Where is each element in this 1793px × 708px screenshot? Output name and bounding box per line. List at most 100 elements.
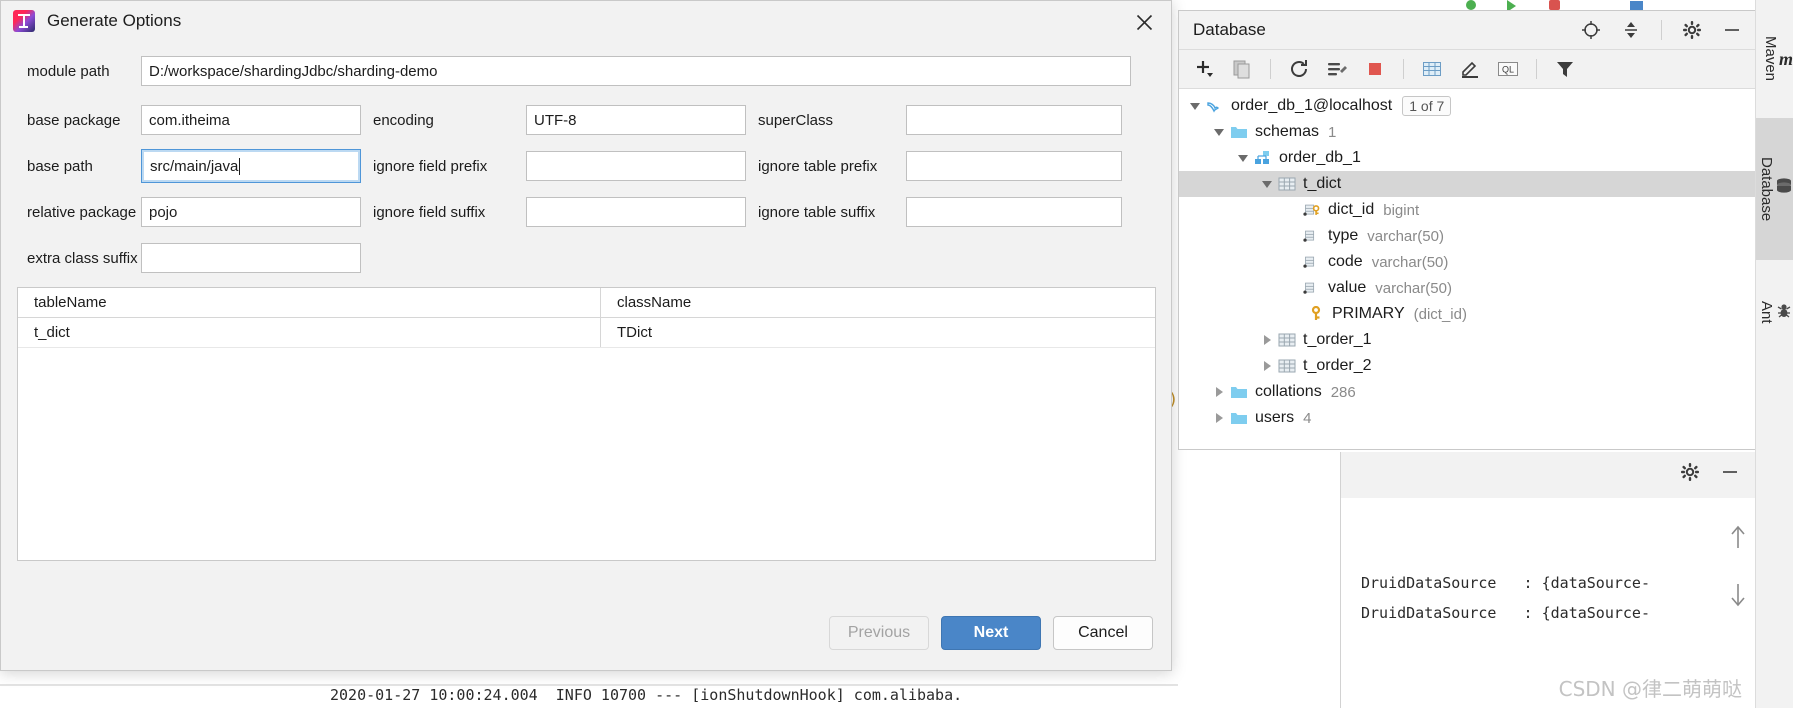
console-divider [0,684,1178,686]
toolbar-separator [1403,59,1404,79]
chevron-right-icon[interactable] [1211,384,1227,400]
open-table-editor-icon[interactable] [1419,56,1445,82]
rail-maven[interactable]: m Maven [1756,4,1793,114]
rail-ant[interactable]: Ant [1756,266,1793,358]
column-header-class-name[interactable]: className [601,288,1155,317]
tree-item-label: t_dict [1303,175,1342,192]
duplicate-icon[interactable] [1229,56,1255,82]
tree-item-column-type[interactable]: type varchar(50) [1179,223,1755,249]
data-source-count-badge: 1 of 7 [1402,96,1452,116]
database-tree[interactable]: order_db_1@localhost 1 of 7 schemas 1 or… [1179,89,1755,431]
form-row-module-path: module path D:/workspace/shardingJdbc/sh… [1,45,1171,97]
key-icon [1307,305,1325,323]
chevron-right-icon[interactable] [1259,332,1275,348]
add-data-source-icon[interactable] [1191,56,1217,82]
tree-item-data-source-order-db-1[interactable]: order_db_1@localhost 1 of 7 [1179,93,1755,119]
ignore-field-suffix-input[interactable] [526,197,746,227]
tree-item-column-code[interactable]: code varchar(50) [1179,249,1755,275]
modify-object-icon[interactable] [1457,56,1483,82]
tree-item-table-t-order-2[interactable]: t_order_2 [1179,353,1755,379]
cell-table-name[interactable]: t_dict [18,318,601,347]
scroll-down-icon[interactable] [1728,582,1748,612]
base-package-value: com.itheima [149,111,230,129]
module-path-input[interactable]: D:/workspace/shardingJdbc/sharding-demo [141,56,1131,86]
console-line: DruidDataSource : {dataSource- [1361,604,1650,622]
tree-item-folder-schemas[interactable]: schemas 1 [1179,119,1755,145]
tree-item-type: bigint [1383,201,1420,219]
cell-class-name[interactable]: TDict [601,318,1155,347]
table-row[interactable]: t_dict TDict [18,318,1155,348]
close-icon[interactable] [1127,7,1161,37]
console-scroll-buttons [1728,524,1748,612]
intellij-idea-logo-icon [13,10,35,32]
tree-item-folder-collations[interactable]: collations 286 [1179,379,1755,405]
run-sql-script-icon[interactable] [1324,56,1350,82]
dialog-footer: Previous Next Cancel [1,595,1171,670]
ignore-table-prefix-input[interactable] [906,151,1122,181]
stop-button-icon[interactable] [1549,0,1560,10]
base-path-input[interactable]: src/main/java [141,149,361,183]
open-query-console-icon[interactable]: QL [1495,56,1521,82]
filter-icon[interactable] [1552,56,1578,82]
tree-item-count: 286 [1330,383,1356,401]
chevron-right-icon[interactable] [1211,410,1227,426]
next-button[interactable]: Next [941,615,1041,650]
tree-item-label: value [1328,279,1367,296]
tables-mapping-table[interactable]: tableName className t_dict TDict [17,287,1156,561]
watermark-text: CSDN @律二萌萌哒 [1558,677,1742,701]
form-row-4: relative package pojo ignore field suffi… [1,189,1171,235]
tree-item-index-primary[interactable]: PRIMARY (dict_id) [1179,301,1755,327]
primary-key-column-icon [1303,201,1321,219]
module-path-value: D:/workspace/shardingJdbc/sharding-demo [149,62,438,80]
chevron-down-icon[interactable] [1187,98,1203,114]
column-icon [1303,279,1321,297]
console-settings-gear-icon[interactable] [1680,462,1700,486]
tree-item-schema-order-db-1[interactable]: order_db_1 [1179,145,1755,171]
locate-in-tree-icon[interactable] [1578,17,1604,43]
super-class-input[interactable] [906,105,1122,135]
ignore-table-suffix-input[interactable] [906,197,1122,227]
form-row-3: base path src/main/java ignore field pre… [1,143,1171,189]
settings-gear-icon[interactable] [1679,17,1705,43]
label-ignore-table-prefix: ignore table prefix [758,157,878,175]
rail-database[interactable]: Database [1756,118,1793,260]
encoding-input[interactable]: UTF-8 [526,105,746,135]
chevron-right-icon[interactable] [1259,358,1275,374]
chevron-down-icon[interactable] [1211,124,1227,140]
tree-item-column-dict-id[interactable]: dict_id bigint [1179,197,1755,223]
console-hide-icon[interactable] [1720,462,1740,486]
tree-item-label: type [1328,227,1359,244]
run-button-icon[interactable] [1466,0,1476,10]
table-header-row: tableName className [18,288,1155,318]
scroll-up-icon[interactable] [1728,524,1748,554]
tree-item-table-t-dict[interactable]: t_dict [1179,171,1755,197]
encoding-value: UTF-8 [534,111,577,129]
label-base-package: base package [27,111,121,129]
relative-package-input[interactable]: pojo [141,197,361,227]
base-package-input[interactable]: com.itheima [141,105,361,135]
stop-icon[interactable] [1362,56,1388,82]
column-header-table-name[interactable]: tableName [18,288,601,317]
hide-panel-icon[interactable] [1719,17,1745,43]
collapse-all-icon[interactable] [1618,17,1644,43]
extra-class-suffix-input[interactable] [141,243,361,273]
chevron-down-icon[interactable] [1235,150,1251,166]
form-row-5: extra class suffix [1,235,1171,281]
ignore-field-prefix-input[interactable] [526,151,746,181]
tree-item-table-t-order-1[interactable]: t_order_1 [1179,327,1755,353]
previous-button[interactable]: Previous [829,615,929,650]
tree-item-folder-users[interactable]: users 4 [1179,405,1755,431]
tree-item-count: 1 [1328,123,1337,141]
cancel-button[interactable]: Cancel [1053,615,1153,650]
layout-button-icon[interactable] [1630,1,1643,10]
rail-label: Database [1758,156,1775,222]
console-line: DruidDataSource : {dataSource- [1361,574,1650,592]
label-ignore-table-suffix: ignore table suffix [758,203,876,221]
chevron-down-icon[interactable] [1259,176,1275,192]
tree-item-label: PRIMARY [1332,305,1405,322]
right-tool-window-rail: m Maven Database Ant [1755,0,1793,708]
table-icon [1278,331,1296,349]
rail-label: Maven [1761,36,1779,82]
refresh-icon[interactable] [1286,56,1312,82]
tree-item-column-value[interactable]: value varchar(50) [1179,275,1755,301]
